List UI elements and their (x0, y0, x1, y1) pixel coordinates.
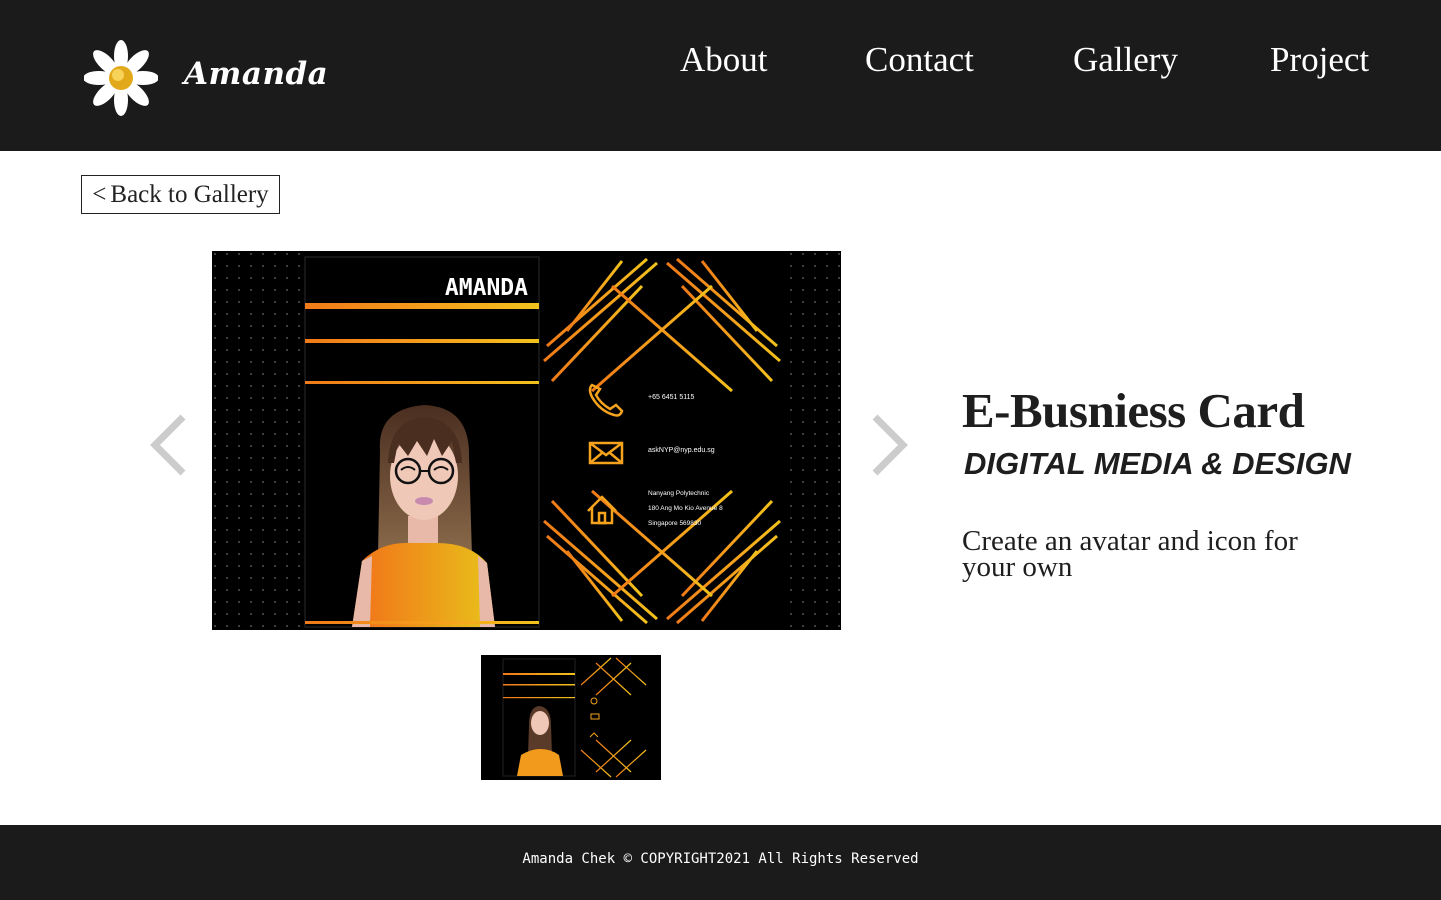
copyright-text: Amanda Chek © COPYRIGHT2021 All Rights R… (522, 851, 919, 867)
daisy-flower-icon[interactable] (84, 38, 158, 118)
back-to-gallery-button[interactable]: < Back to Gallery (81, 175, 280, 214)
card-address-line1: Nanyang Polytechnic (648, 490, 710, 497)
project-description: Create an avatar and icon for your own (962, 525, 1298, 583)
nav-gallery[interactable]: Gallery (1073, 40, 1178, 80)
chevron-left-icon: < (92, 180, 107, 208)
site-header: Amanda About Contact Gallery Project (0, 0, 1441, 151)
nav-project[interactable]: Project (1270, 40, 1369, 80)
card-email-text: askNYP@nyp.edu.sg (648, 447, 715, 454)
card-name-text: AMANDA (445, 275, 528, 301)
nav-contact[interactable]: Contact (865, 40, 974, 80)
card-phone-text: +65 6451 5115 (648, 394, 694, 401)
brand-name[interactable]: Amanda (184, 56, 328, 92)
project-subtitle: DIGITAL MEDIA & DESIGN (964, 446, 1351, 481)
project-title: E-Busniess Card (962, 383, 1305, 438)
card-address-line2: 180 Ang Mo Kio Avenue 8 (648, 505, 723, 512)
back-button-label: Back to Gallery (110, 180, 269, 208)
card-address-line3: Singapore 569830 (648, 520, 702, 527)
nav-about[interactable]: About (680, 40, 768, 80)
chevron-left-icon[interactable] (143, 405, 193, 485)
project-thumbnail[interactable] (481, 655, 661, 780)
chevron-right-icon[interactable] (865, 405, 915, 485)
project-main-image: AMANDA +65 6451 5115 askNYP@nyp.edu.sg N… (212, 251, 841, 630)
